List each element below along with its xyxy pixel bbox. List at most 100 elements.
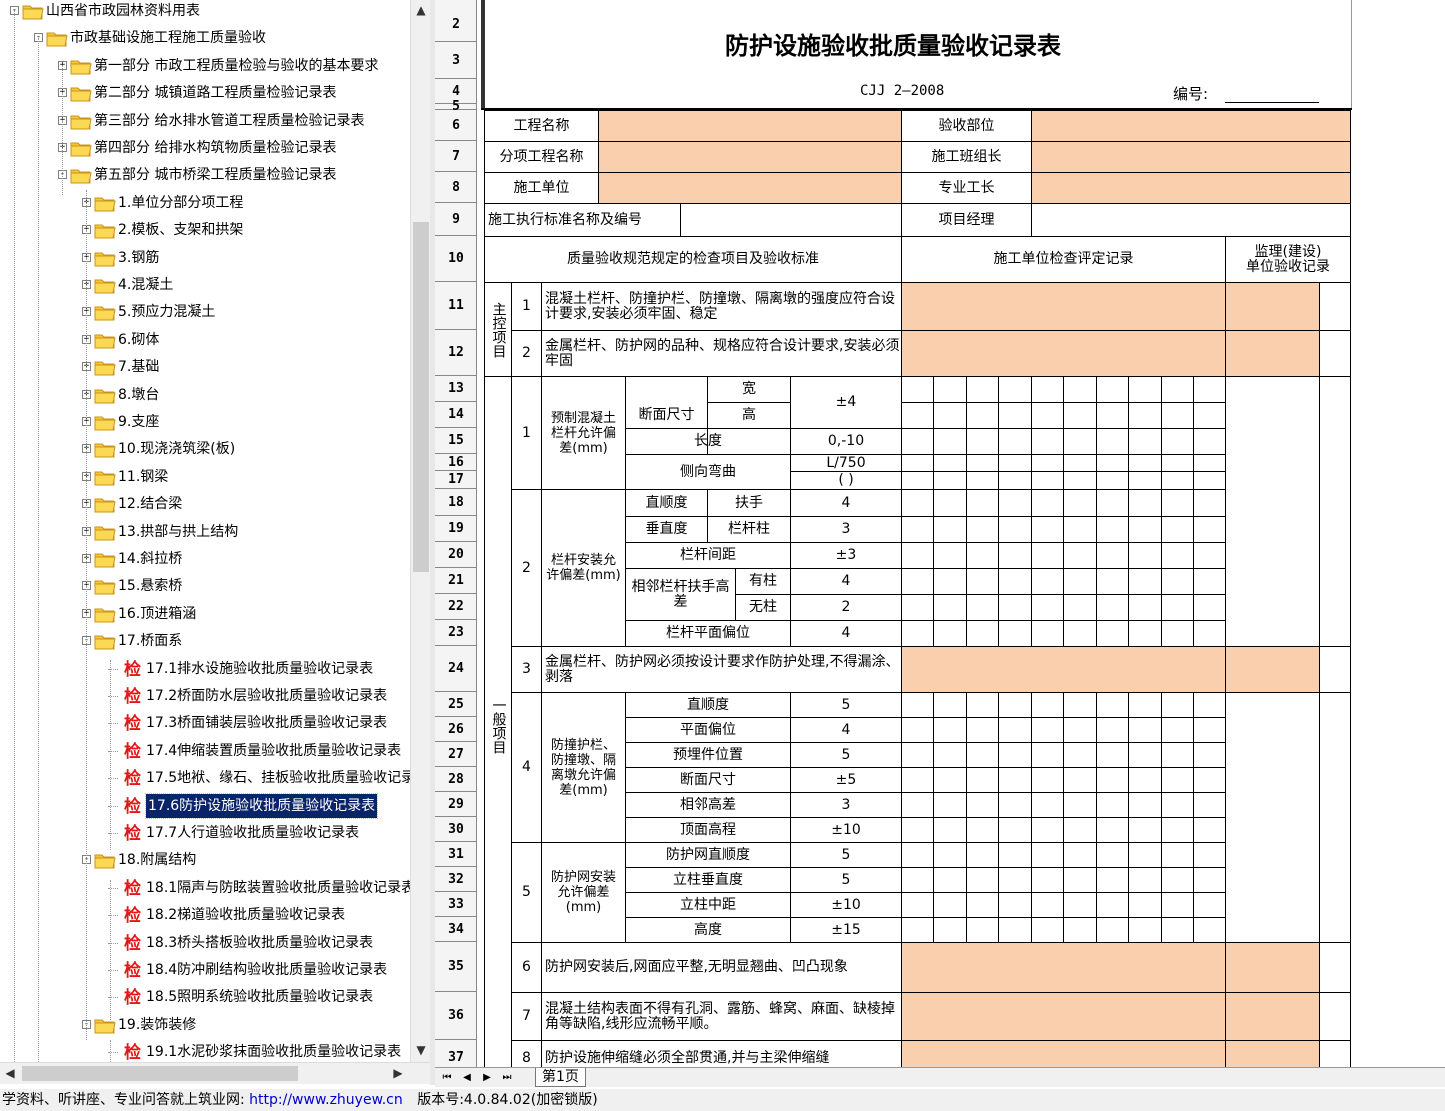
measure-cell[interactable] <box>1161 717 1194 743</box>
tree-node-label[interactable]: 14.斜拉桥 <box>118 547 182 571</box>
measure-cell[interactable] <box>933 471 967 490</box>
measure-cell[interactable] <box>1161 620 1194 647</box>
tree-node[interactable]: 检 17.1排水设施验收批质量验收记录表 <box>0 657 430 684</box>
measure-cell[interactable] <box>1031 428 1064 455</box>
measure-cell[interactable] <box>1031 917 1064 943</box>
measure-cell[interactable] <box>998 376 1032 403</box>
row-number[interactable]: 37 <box>435 1040 477 1067</box>
main2-record[interactable] <box>901 330 1226 377</box>
measure-cell[interactable] <box>1063 471 1097 490</box>
measure-cell[interactable] <box>1128 516 1162 543</box>
standard-input[interactable] <box>680 203 902 237</box>
measure-cell[interactable] <box>998 568 1032 595</box>
measure-cell[interactable] <box>901 489 934 517</box>
measure-cell[interactable] <box>1128 471 1162 490</box>
tree-node[interactable]: -17.桥面系 <box>0 629 430 656</box>
measure-cell[interactable] <box>1193 917 1226 943</box>
scroll-thumb[interactable] <box>413 222 429 572</box>
tree-node-label[interactable]: 3.钢筋 <box>118 246 159 270</box>
tree-node-label[interactable]: 17.5地袱、缘石、挂板验收批质量验收记录表 <box>146 766 429 790</box>
measure-cell[interactable] <box>998 717 1032 743</box>
tree-node[interactable]: - 市政基础设施工程施工质量验收 <box>0 26 430 53</box>
g8-supervisor[interactable] <box>1225 1040 1320 1067</box>
tree-node-label[interactable]: 第三部分 给水排水管道工程质量检验记录表 <box>94 109 364 133</box>
measure-cell[interactable] <box>1096 471 1129 490</box>
tree-node[interactable]: 检 19.1水泥砂浆抹面验收批质量验收记录表 <box>0 1040 430 1062</box>
measure-cell[interactable] <box>1096 489 1129 517</box>
g8-record[interactable] <box>901 1040 1226 1067</box>
measure-cell[interactable] <box>1161 792 1194 818</box>
main1-record[interactable] <box>901 282 1226 331</box>
measure-cell[interactable] <box>1031 767 1064 793</box>
measure-cell[interactable] <box>901 767 934 793</box>
measure-cell[interactable] <box>1031 867 1064 893</box>
measure-cell[interactable] <box>1031 792 1064 818</box>
tree-node-label[interactable]: 18.5照明系统验收批质量验收记录表 <box>146 985 373 1009</box>
tree-node[interactable]: 检 18.3桥头搭板验收批质量验收记录表 <box>0 931 430 958</box>
tree-node[interactable]: +2.模板、支架和拱架 <box>0 218 430 245</box>
measure-cell[interactable] <box>966 717 999 743</box>
tree-node-label[interactable]: 6.砌体 <box>118 328 159 352</box>
measure-cell[interactable] <box>901 717 934 743</box>
scroll-down-arrow-icon[interactable]: ▼ <box>411 1040 431 1060</box>
measure-cell[interactable] <box>901 471 934 490</box>
measure-cell[interactable] <box>901 454 934 472</box>
last-sheet-icon[interactable]: ⏭ <box>499 1070 515 1086</box>
measure-cell[interactable] <box>901 376 934 403</box>
tree-node-label[interactable]: 18.1隔声与防眩装置验收批质量验收记录表 <box>146 876 415 900</box>
tree-node[interactable]: 检 17.3桥面铺装层验收批质量验收记录表 <box>0 711 430 738</box>
measure-cell[interactable] <box>1096 620 1129 647</box>
tree-node-label[interactable]: 10.现浇浇筑梁(板) <box>118 437 235 461</box>
row-number[interactable]: 35 <box>435 942 477 992</box>
measure-cell[interactable] <box>933 454 967 472</box>
measure-cell[interactable] <box>1063 717 1097 743</box>
measure-cell[interactable] <box>1063 568 1097 595</box>
measure-cell[interactable] <box>901 917 934 943</box>
measure-cell[interactable] <box>1031 376 1064 403</box>
measure-cell[interactable] <box>1031 594 1064 621</box>
measure-cell[interactable] <box>1161 471 1194 490</box>
measure-cell[interactable] <box>901 817 934 843</box>
tree-vertical-scrollbar[interactable]: ▲ ▼ <box>410 0 430 1062</box>
number-input[interactable] <box>1225 82 1319 103</box>
tree-node[interactable]: +5.预应力混凝土 <box>0 300 430 327</box>
measure-cell[interactable] <box>1096 594 1129 621</box>
measure-cell[interactable] <box>1096 742 1129 768</box>
measure-cell[interactable] <box>998 471 1032 490</box>
measure-cell[interactable] <box>1161 594 1194 621</box>
measure-cell[interactable] <box>901 742 934 768</box>
measure-cell[interactable] <box>1096 568 1129 595</box>
measure-cell[interactable] <box>1193 867 1226 893</box>
tree-node[interactable]: 检 18.1隔声与防眩装置验收批质量验收记录表 <box>0 876 430 903</box>
tree-node-label[interactable]: 19.1水泥砂浆抹面验收批质量验收记录表 <box>146 1040 401 1062</box>
tree-node[interactable]: +8.墩台 <box>0 383 430 410</box>
measure-cell[interactable] <box>1193 620 1226 647</box>
measure-cell[interactable] <box>1063 742 1097 768</box>
measure-cell[interactable] <box>1161 402 1194 429</box>
scroll-up-arrow-icon[interactable]: ▲ <box>411 0 431 20</box>
file-tree[interactable]: - 山西省市政园林资料用表 - 市政基础设施工程施工质量验收 + 第一部分 市政工程质量检… <box>0 0 430 1062</box>
measure-cell[interactable] <box>901 867 934 893</box>
measure-cell[interactable] <box>1193 376 1226 403</box>
measure-cell[interactable] <box>1031 542 1064 569</box>
measure-cell[interactable] <box>1161 917 1194 943</box>
row-number[interactable]: 16 <box>435 454 477 471</box>
measure-cell[interactable] <box>966 376 999 403</box>
row-number[interactable]: 12 <box>435 330 477 376</box>
first-sheet-icon[interactable]: ⏮ <box>439 1070 455 1086</box>
scroll-right-arrow-icon[interactable]: ▶ <box>388 1063 408 1083</box>
measure-cell[interactable] <box>1161 767 1194 793</box>
measure-cell[interactable] <box>1193 692 1226 718</box>
row-number[interactable]: 30 <box>435 817 477 842</box>
measure-cell[interactable] <box>933 842 967 868</box>
measure-cell[interactable] <box>1031 620 1064 647</box>
measure-cell[interactable] <box>966 594 999 621</box>
tree-node[interactable]: - 第五部分 城市桥梁工程质量检验记录表 <box>0 163 430 190</box>
measure-cell[interactable] <box>1193 817 1226 843</box>
measure-cell[interactable] <box>933 620 967 647</box>
measure-cell[interactable] <box>966 792 999 818</box>
tree-node-label[interactable]: 17.3桥面铺装层验收批质量验收记录表 <box>146 711 387 735</box>
measure-cell[interactable] <box>1128 568 1162 595</box>
measure-cell[interactable] <box>1096 717 1129 743</box>
measure-cell[interactable] <box>1128 867 1162 893</box>
